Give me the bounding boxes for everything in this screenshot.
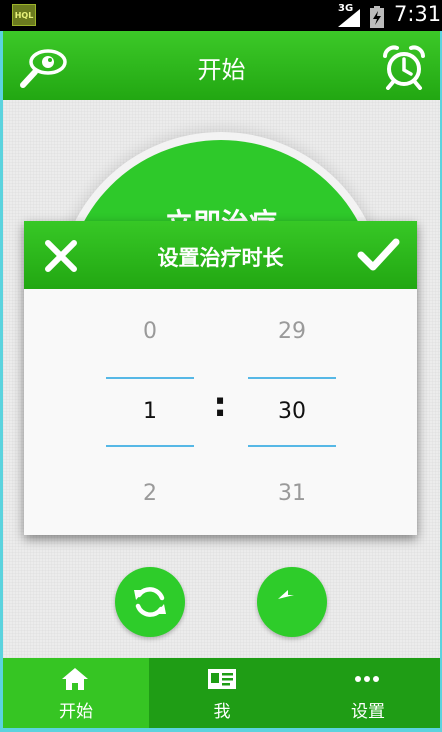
status-bar: HQL 3G 7:31 [0,0,442,31]
nav-tab-me-label: 我 [213,702,231,722]
nav-tab-start[interactable]: 开始 [3,658,149,728]
nav-tab-me[interactable]: 我 [149,658,295,728]
alarm-button[interactable] [379,44,429,90]
top-app-bar: 开始 [3,31,440,100]
battery-icon [370,6,384,28]
time-separator: : [213,385,227,425]
signal-icon [338,9,360,27]
set-duration-dialog: 设置治疗时长 0 1 2 : 29 30 31 [24,221,417,535]
nav-tab-settings[interactable]: 设置 [295,658,441,728]
hour-prev-value[interactable]: 0 [106,319,194,344]
refresh-button[interactable] [115,567,185,637]
home-icon [62,668,88,690]
back-button[interactable] [257,567,327,637]
more-icon [355,676,379,682]
minute-divider-bottom [248,445,336,447]
hour-divider-bottom [106,445,194,447]
back-arrow-icon [278,590,294,599]
screen-edge-bottom [0,728,442,732]
page-title: 开始 [197,56,246,84]
profile-card-icon [208,669,236,689]
app-notification-icon: HQL [12,4,36,26]
refresh-icon [134,587,166,617]
dialog-header: 设置治疗时长 [24,221,417,289]
status-time: 7:31 [394,2,442,26]
alarm-clock-icon [383,45,425,90]
minute-prev-value[interactable]: 29 [248,319,336,344]
hour-divider-top [106,377,194,379]
nav-tab-start-label: 开始 [59,702,93,722]
duration-picker: 0 1 2 : 29 30 31 [24,289,417,535]
dialog-confirm-button[interactable] [356,237,400,273]
minute-current-value[interactable]: 30 [248,399,336,424]
minute-next-value[interactable]: 31 [248,481,336,506]
minute-divider-top [248,377,336,379]
hour-current-value[interactable]: 1 [106,399,194,424]
hour-next-value[interactable]: 2 [106,481,194,506]
check-icon [357,238,400,271]
bottom-navigation: 开始 我 设置 [3,658,440,728]
nav-tab-settings-label: 设置 [351,702,385,722]
